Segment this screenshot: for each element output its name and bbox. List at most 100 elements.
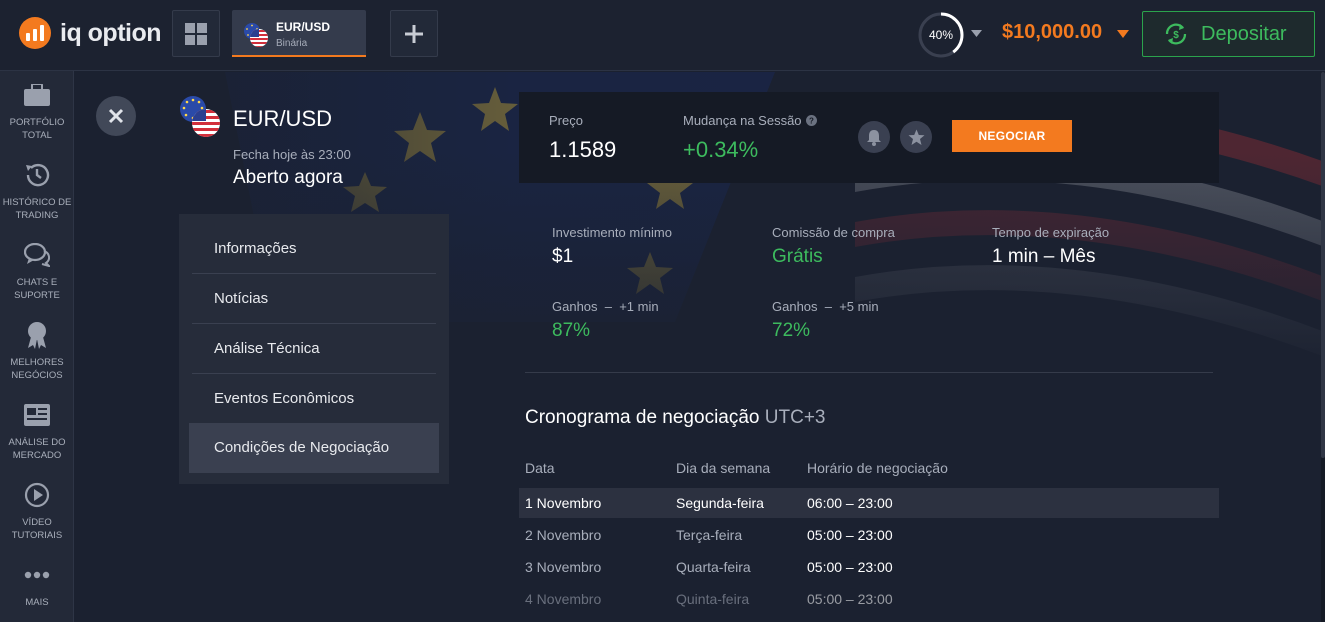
table-row: 3 Novembro Quarta-feira 05:00 – 23:00 [519,552,1219,582]
favorite-button[interactable] [900,121,932,153]
close-icon [108,108,124,124]
play-icon [24,482,50,508]
close-button[interactable] [96,96,136,136]
gain-5min-value: 72% [772,320,811,341]
sidebar-item-video-tutorials[interactable]: VÍDEO TUTORIAIS [0,479,74,542]
gain-1min-label: Ganhos – +1 min [552,299,659,314]
asset-tab-type: Binária [276,38,308,49]
gain-1min-value: 87% [552,320,591,341]
sidebar-item-trading-history[interactable]: HISTÓRICO DE TRADING [0,159,74,222]
commission-label: Comissão de compra [772,225,895,240]
asset-tab-eur-usd[interactable]: EUR/USD Binária [232,10,366,57]
progress-label: 40% [928,28,954,42]
sidebar-label-chats: CHATS E SUPORTE [14,277,60,301]
table-row: 1 Novembro Segunda-feira 06:00 – 23:00 [519,488,1219,518]
market-status: Aberto agora [233,167,343,188]
sidebar-item-chats[interactable]: CHATS E SUPORTE [0,239,74,302]
session-change-label: Mudança na Sessão [683,113,802,128]
deposit-icon: $ [1165,23,1187,45]
price-label: Preço [549,113,583,128]
schedule-hours: 05:00 – 23:00 [807,527,893,543]
schedule-weekday: Segunda-feira [676,495,764,511]
schedule-timezone: UTC+3 [764,407,826,428]
top-bar: iq option EUR/USD Binária 40% $10,000.00… [0,0,1325,71]
schedule-weekday: Quinta-feira [676,591,750,607]
eur-usd-flag-icon [180,96,220,137]
chat-icon [24,243,50,267]
gain-5min-label: Ganhos – +5 min [772,299,879,314]
sidebar-label-more: MAIS [25,597,49,608]
sidebar-label-best-deals: MELHORES NEGÓCIOS [10,357,64,381]
schedule-header-date: Data [525,460,555,476]
sidebar-label-video-tutorials: VÍDEO TUTORIAIS [11,517,63,541]
asset-title: EUR/USD [233,106,333,131]
deposit-button[interactable]: $ Depositar [1142,11,1315,57]
schedule-hours: 05:00 – 23:00 [807,559,893,575]
account-progress-indicator[interactable]: 40% [917,11,965,59]
alert-button[interactable] [858,121,890,153]
min-investment-label: Investimento mínimo [552,225,672,240]
menu-item-economic-events[interactable]: Eventos Econômicos [192,374,436,424]
sidebar-label-portfolio: PORTFÓLIO TOTAL [9,117,65,141]
schedule-date: 2 Novembro [525,527,602,543]
info-menu: Informações Notícias Análise Técnica Eve… [179,214,449,484]
expiry-label: Tempo de expiração [992,225,1110,240]
trade-button[interactable]: NEGOCIAR [952,120,1072,152]
menu-item-technical-analysis[interactable]: Análise Técnica [192,324,436,374]
closing-time: Fecha hoje às 23:00 [233,147,351,162]
svg-text:$: $ [1173,30,1179,41]
star-icon [908,129,924,145]
table-row: 4 Novembro Quinta-feira 05:00 – 23:00 [519,584,1219,614]
bell-icon [867,129,881,146]
sidebar-label-market-analysis: ANÁLISE DO MERCADO [8,437,66,461]
session-change-value: +0.34% [683,137,759,162]
price-value: 1.1589 [549,137,617,162]
schedule-title-text: Cronograma de negociação [525,407,760,428]
section-divider [525,372,1213,373]
menu-item-info[interactable]: Informações [192,224,436,274]
newspaper-icon [24,404,50,426]
sidebar-item-portfolio[interactable]: PORTFÓLIO TOTAL [0,79,74,142]
svg-text:?: ? [809,117,814,126]
table-row: 2 Novembro Terça-feira 05:00 – 23:00 [519,520,1219,550]
menu-item-news[interactable]: Notícias [192,274,436,324]
schedule-hours: 05:00 – 23:00 [807,591,893,607]
more-icon [24,571,50,579]
price-panel: Preço 1.1589 Mudança na Sessão ? +0.34% … [519,92,1219,183]
layout-grid-button[interactable] [172,10,220,57]
deposit-label: Depositar [1201,22,1287,45]
help-icon[interactable]: ? [806,115,817,126]
schedule-header-weekday: Dia da semana [676,460,771,476]
add-asset-button[interactable] [390,10,438,57]
min-investment-value: $1 [552,246,574,267]
sidebar-label-trading-history: HISTÓRICO DE TRADING [2,197,72,221]
sidebar-item-best-deals[interactable]: MELHORES NEGÓCIOS [0,319,74,382]
schedule-weekday: Terça-feira [676,527,743,543]
balance-chevron-down-icon[interactable] [1117,30,1129,38]
history-icon [26,163,50,187]
menu-item-trading-conditions[interactable]: Condições de Negociação [189,423,439,473]
scrollbar-thumb[interactable] [1321,72,1325,458]
award-icon [28,322,46,349]
grid-icon [185,22,207,45]
schedule-hours: 06:00 – 23:00 [807,495,893,511]
schedule-date: 1 Novembro [525,495,602,511]
left-sidebar: PORTFÓLIO TOTAL HISTÓRICO DE TRADING CHA… [0,71,74,622]
schedule-title: Cronograma de negociação UTC+3 [525,407,826,429]
schedule-weekday: Quarta-feira [676,559,751,575]
expiry-value: 1 min – Mês [992,246,1096,267]
sidebar-item-market-analysis[interactable]: ANÁLISE DO MERCADO [0,399,74,462]
sidebar-item-more[interactable]: MAIS [0,559,74,609]
brand-name: iq option [60,18,162,47]
brand-logo[interactable]: iq option [19,17,162,49]
chevron-down-icon[interactable] [971,30,982,37]
schedule-header-hours: Horário de negociação [807,460,948,476]
briefcase-icon [24,84,50,106]
schedule-date: 4 Novembro [525,591,602,607]
commission-value: Grátis [772,246,823,267]
schedule-date: 3 Novembro [525,559,602,575]
asset-info-panel: EUR/USD Fecha hoje às 23:00 Aberto agora… [75,72,1325,622]
account-balance[interactable]: $10,000.00 [1002,21,1102,44]
logo-icon [19,17,51,49]
eur-usd-flag-icon [244,23,268,47]
